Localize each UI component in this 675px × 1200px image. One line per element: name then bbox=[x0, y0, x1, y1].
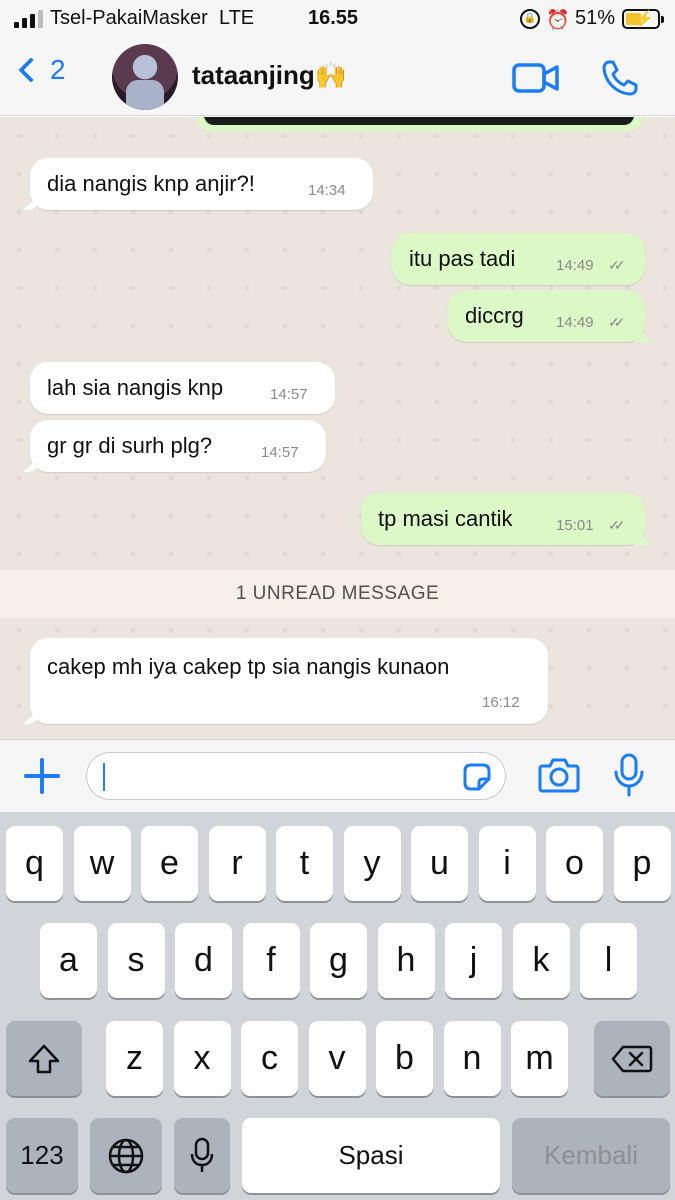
text-caret bbox=[103, 763, 105, 791]
key-x[interactable]: x bbox=[173, 1021, 231, 1096]
key-n[interactable]: n bbox=[443, 1021, 501, 1096]
message-time: 16:12 bbox=[482, 694, 520, 711]
message-time: 14:49 bbox=[556, 314, 594, 331]
message-time: 14:57 bbox=[270, 386, 308, 403]
bolt-icon: ⚡ bbox=[634, 11, 654, 28]
message-text: cakep mh iya cakep tp sia nangis kunaon bbox=[47, 654, 450, 679]
battery-percent: 51% bbox=[575, 7, 616, 29]
image-message[interactable] bbox=[196, 117, 642, 131]
message-bubble-incoming[interactable]: dia nangis knp anjir?! 14:34 bbox=[30, 158, 373, 210]
keyboard: qwertyuiop asdfghjkl zxcvbnm 123 Spasi K… bbox=[0, 812, 675, 1200]
message-text: itu pas tadi bbox=[409, 246, 516, 271]
key-k[interactable]: k bbox=[512, 923, 570, 998]
key-c[interactable]: c bbox=[241, 1021, 298, 1096]
message-bubble-incoming[interactable]: gr gr di surh plg? 14:57 bbox=[30, 420, 326, 472]
message-text: diccrg bbox=[465, 303, 524, 328]
video-camera-icon bbox=[512, 63, 559, 93]
key-d[interactable]: d bbox=[175, 923, 232, 998]
message-bubble-outgoing[interactable]: diccrg 14:49 ✓✓ bbox=[448, 290, 645, 342]
key-w[interactable]: w bbox=[73, 826, 131, 901]
message-time: 15:01 bbox=[556, 517, 594, 534]
key-z[interactable]: z bbox=[106, 1021, 163, 1096]
plus-icon[interactable] bbox=[24, 758, 60, 794]
key-i[interactable]: i bbox=[478, 826, 536, 901]
key-e[interactable]: e bbox=[141, 826, 198, 901]
camera-icon[interactable] bbox=[538, 756, 580, 799]
unread-messages-banner: 1 UNREAD MESSAGE bbox=[0, 570, 675, 618]
sticker-icon[interactable] bbox=[461, 761, 493, 798]
rotation-lock-icon: 🔒 bbox=[520, 9, 540, 29]
read-receipt-icon: ✓✓ bbox=[608, 314, 626, 330]
voice-call-button[interactable] bbox=[600, 58, 640, 103]
chat-header: 2 tataanjing🙌 bbox=[0, 40, 675, 116]
message-text: gr gr di surh plg? bbox=[47, 433, 213, 458]
message-bubble-incoming[interactable]: lah sia nangis knp 14:57 bbox=[30, 362, 335, 414]
message-bubble-outgoing[interactable]: tp masi cantik 15:01 ✓✓ bbox=[361, 493, 645, 545]
message-time: 14:57 bbox=[261, 444, 299, 461]
return-key[interactable]: Kembali bbox=[512, 1118, 670, 1193]
message-text: tp masi cantik bbox=[378, 506, 513, 531]
microphone-icon[interactable] bbox=[612, 752, 646, 803]
key-j[interactable]: j bbox=[445, 923, 502, 998]
key-v[interactable]: v bbox=[308, 1021, 366, 1096]
message-bubble-incoming[interactable]: cakep mh iya cakep tp sia nangis kunaon … bbox=[30, 638, 548, 724]
key-q[interactable]: q bbox=[6, 826, 63, 901]
backspace-key[interactable] bbox=[594, 1021, 670, 1096]
carrier-label: Tsel-PakaiMasker LTE bbox=[50, 7, 255, 29]
key-a[interactable]: a bbox=[40, 923, 97, 998]
chevron-left-icon bbox=[18, 57, 44, 83]
video-call-button[interactable] bbox=[512, 62, 560, 99]
message-time: 14:34 bbox=[308, 182, 346, 199]
avatar[interactable] bbox=[112, 44, 178, 110]
key-m[interactable]: m bbox=[511, 1021, 568, 1096]
unread-chats-count: 2 bbox=[50, 54, 66, 85]
alarm-icon: ⏰ bbox=[546, 10, 570, 31]
key-l[interactable]: l bbox=[580, 923, 637, 998]
microphone-icon bbox=[190, 1137, 214, 1172]
dictation-key[interactable] bbox=[174, 1118, 230, 1193]
message-input[interactable] bbox=[86, 752, 506, 800]
key-s[interactable]: s bbox=[107, 923, 165, 998]
battery-charging-icon: ⚡ bbox=[622, 9, 664, 29]
shift-icon bbox=[28, 1044, 60, 1073]
message-bubble-outgoing[interactable]: itu pas tadi 14:49 ✓✓ bbox=[392, 233, 645, 285]
key-g[interactable]: g bbox=[310, 923, 367, 998]
key-b[interactable]: b bbox=[376, 1021, 433, 1096]
key-y[interactable]: y bbox=[343, 826, 401, 901]
key-u[interactable]: u bbox=[411, 826, 468, 901]
globe-icon bbox=[108, 1138, 144, 1173]
image-thumbnail[interactable] bbox=[204, 117, 634, 125]
key-p[interactable]: p bbox=[613, 826, 671, 901]
shift-key[interactable] bbox=[6, 1021, 82, 1096]
key-r[interactable]: r bbox=[208, 826, 266, 901]
read-receipt-icon: ✓✓ bbox=[608, 257, 626, 273]
key-h[interactable]: h bbox=[377, 923, 435, 998]
back-button[interactable]: 2 bbox=[12, 54, 66, 86]
message-list[interactable]: dia nangis knp anjir?! 14:34 itu pas tad… bbox=[0, 117, 675, 739]
key-t[interactable]: t bbox=[276, 826, 333, 901]
space-key[interactable]: Spasi bbox=[242, 1118, 500, 1193]
read-receipt-icon: ✓✓ bbox=[608, 517, 626, 533]
message-text: lah sia nangis knp bbox=[47, 375, 224, 400]
signal-strength-icon bbox=[14, 10, 43, 28]
key-f[interactable]: f bbox=[242, 923, 300, 998]
globe-key[interactable] bbox=[90, 1118, 162, 1193]
message-time: 14:49 bbox=[556, 257, 594, 274]
status-bar: Tsel-PakaiMasker LTE 16.55 🔒 ⏰ 51% ⚡ bbox=[0, 0, 675, 40]
numbers-key[interactable]: 123 bbox=[6, 1118, 78, 1193]
composer-bar bbox=[0, 739, 675, 812]
phone-icon bbox=[602, 60, 638, 96]
key-o[interactable]: o bbox=[546, 826, 603, 901]
backspace-icon bbox=[611, 1045, 653, 1072]
message-text: dia nangis knp anjir?! bbox=[47, 171, 255, 196]
contact-name[interactable]: tataanjing🙌 bbox=[192, 60, 347, 91]
clock: 16.55 bbox=[308, 7, 359, 29]
